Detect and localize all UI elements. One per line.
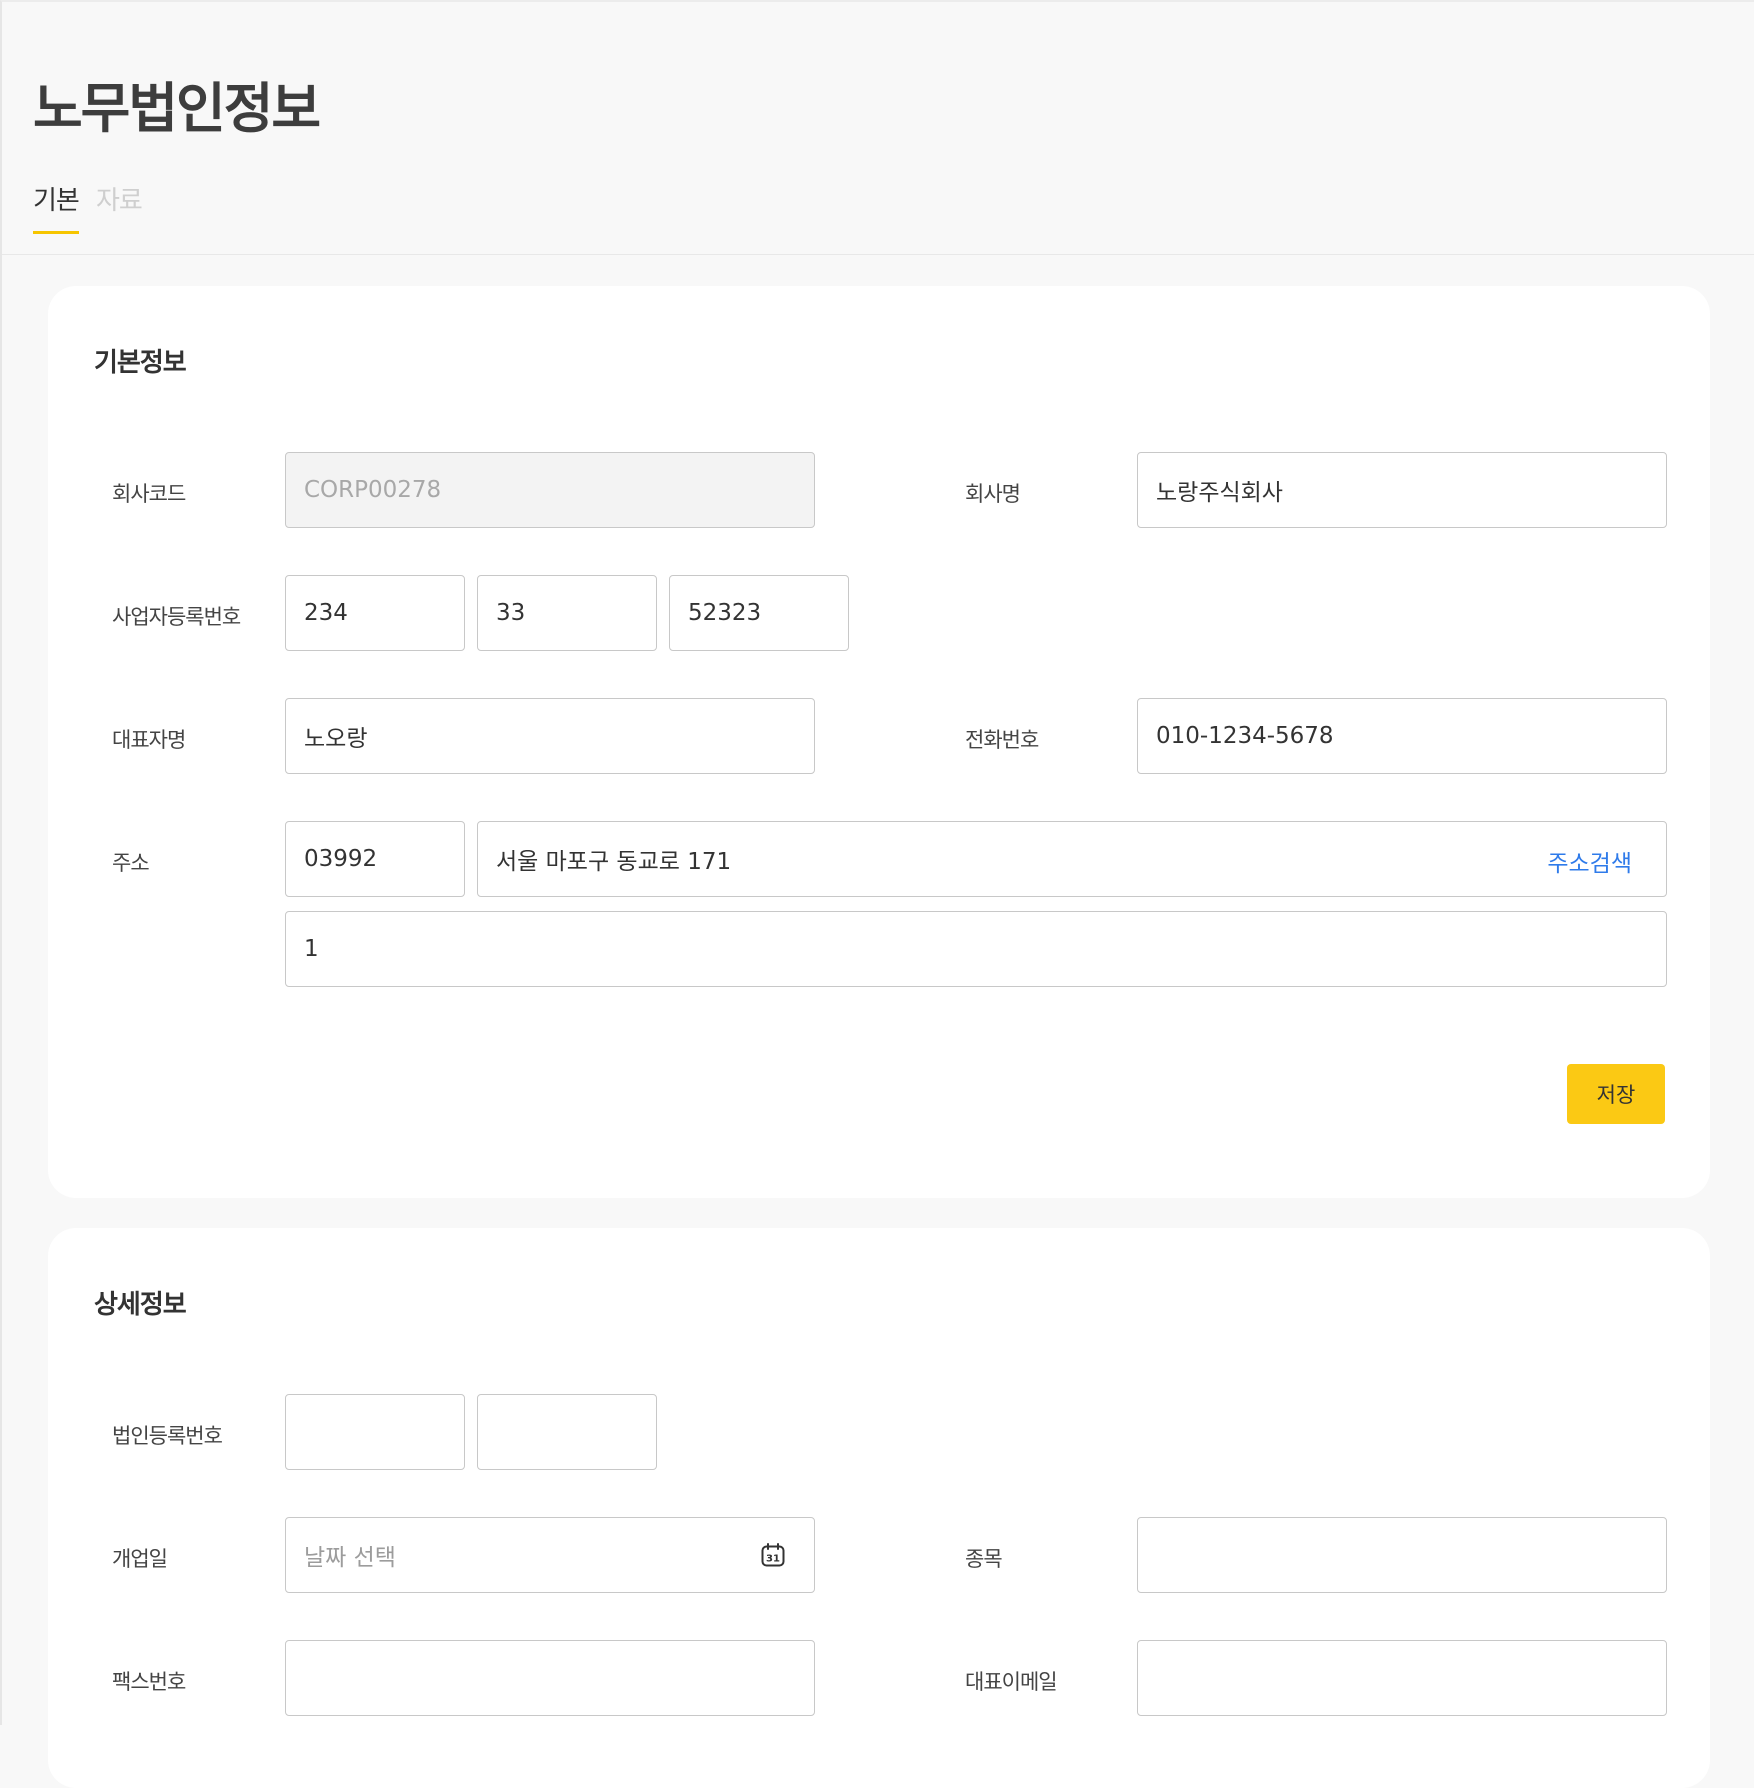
zipcode-field[interactable]: 03992 bbox=[285, 821, 465, 897]
page-header: 노무법인정보 기본 자료 bbox=[2, 2, 1754, 255]
detail-info-title: 상세정보 bbox=[94, 1290, 187, 1320]
address-label: 주소 bbox=[112, 851, 150, 875]
phone-value: 010-1234-5678 bbox=[1156, 723, 1334, 749]
representative-label: 대표자명 bbox=[112, 728, 186, 752]
representative-value: 노오랑 bbox=[304, 726, 368, 752]
phone-label: 전화번호 bbox=[965, 728, 1039, 752]
business-reg-no-part1: 234 bbox=[304, 600, 348, 626]
corp-reg-no-field-2[interactable] bbox=[477, 1394, 657, 1470]
business-reg-no-field-1[interactable]: 234 bbox=[285, 575, 465, 651]
address2-field[interactable]: 1 bbox=[285, 911, 1667, 987]
company-name-field[interactable]: 노랑주식회사 bbox=[1137, 452, 1667, 528]
basic-info-card: 기본정보 회사코드 CORP00278 회사명 노랑주식회사 사업자등록번호 2… bbox=[48, 286, 1710, 1198]
basic-info-title: 기본정보 bbox=[94, 348, 187, 378]
address1-field[interactable]: 서울 마포구 동교로 171 주소검색 bbox=[477, 821, 1667, 897]
calendar-icon[interactable]: 31 bbox=[760, 1542, 786, 1568]
detail-info-card: 상세정보 법인등록번호 개업일 날짜 선택 31 종목 팩스번호 대표이메일 bbox=[48, 1228, 1710, 1788]
corp-reg-no-field-1[interactable] bbox=[285, 1394, 465, 1470]
svg-text:31: 31 bbox=[766, 1554, 780, 1565]
zipcode-value: 03992 bbox=[304, 846, 378, 872]
item-field[interactable] bbox=[1137, 1517, 1667, 1593]
open-date-label: 개업일 bbox=[112, 1547, 168, 1571]
tab-basic[interactable]: 기본 bbox=[33, 180, 80, 234]
address1-value: 서울 마포구 동교로 171 bbox=[496, 849, 732, 875]
open-date-placeholder: 날짜 선택 bbox=[304, 1545, 396, 1571]
business-reg-no-label: 사업자등록번호 bbox=[112, 605, 241, 629]
business-reg-no-part3: 52323 bbox=[688, 600, 762, 626]
company-name-label: 회사명 bbox=[965, 482, 1021, 506]
business-reg-no-field-3[interactable]: 52323 bbox=[669, 575, 849, 651]
fax-field[interactable] bbox=[285, 1640, 815, 1716]
save-button[interactable]: 저장 bbox=[1567, 1064, 1665, 1124]
page-title: 노무법인정보 bbox=[33, 77, 321, 140]
item-label: 종목 bbox=[965, 1547, 1003, 1571]
tab-documents[interactable]: 자료 bbox=[96, 180, 143, 217]
open-date-field[interactable]: 날짜 선택 31 bbox=[285, 1517, 815, 1593]
representative-field[interactable]: 노오랑 bbox=[285, 698, 815, 774]
email-field[interactable] bbox=[1137, 1640, 1667, 1716]
company-code-label: 회사코드 bbox=[112, 482, 186, 506]
company-name-value: 노랑주식회사 bbox=[1156, 480, 1283, 506]
phone-field[interactable]: 010-1234-5678 bbox=[1137, 698, 1667, 774]
business-reg-no-field-2[interactable]: 33 bbox=[477, 575, 657, 651]
email-label: 대표이메일 bbox=[965, 1670, 1058, 1694]
business-reg-no-part2: 33 bbox=[496, 600, 526, 626]
corp-reg-no-label: 법인등록번호 bbox=[112, 1424, 223, 1448]
company-code-value: CORP00278 bbox=[304, 477, 442, 503]
address2-value: 1 bbox=[304, 936, 319, 962]
company-code-field: CORP00278 bbox=[285, 452, 815, 528]
address-search-link[interactable]: 주소검색 bbox=[1547, 844, 1632, 878]
fax-label: 팩스번호 bbox=[112, 1670, 186, 1694]
